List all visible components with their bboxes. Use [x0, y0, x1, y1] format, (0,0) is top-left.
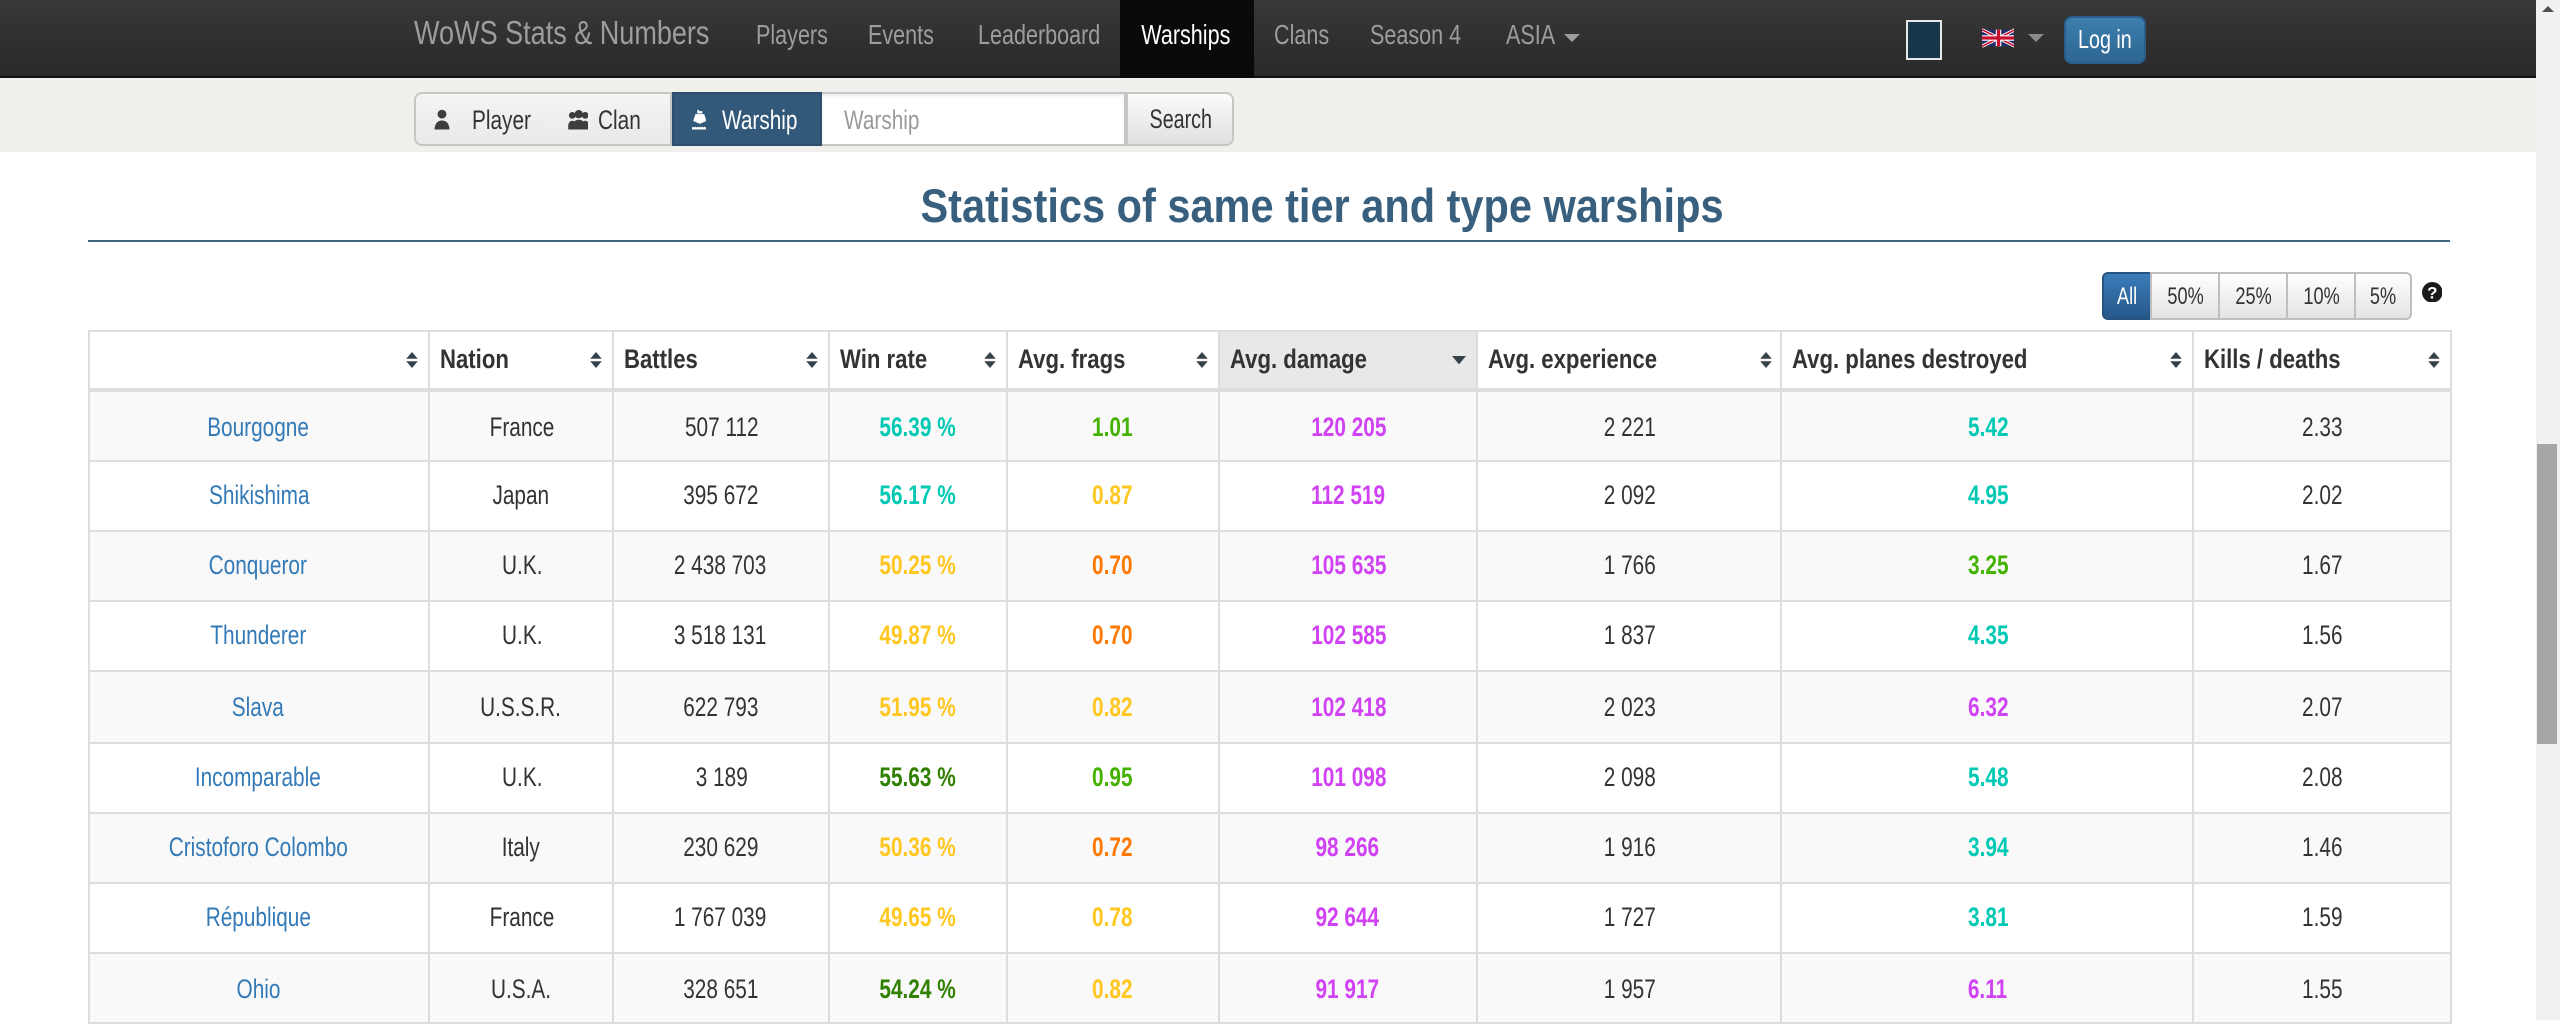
svg-text:?: ? [2427, 283, 2437, 302]
